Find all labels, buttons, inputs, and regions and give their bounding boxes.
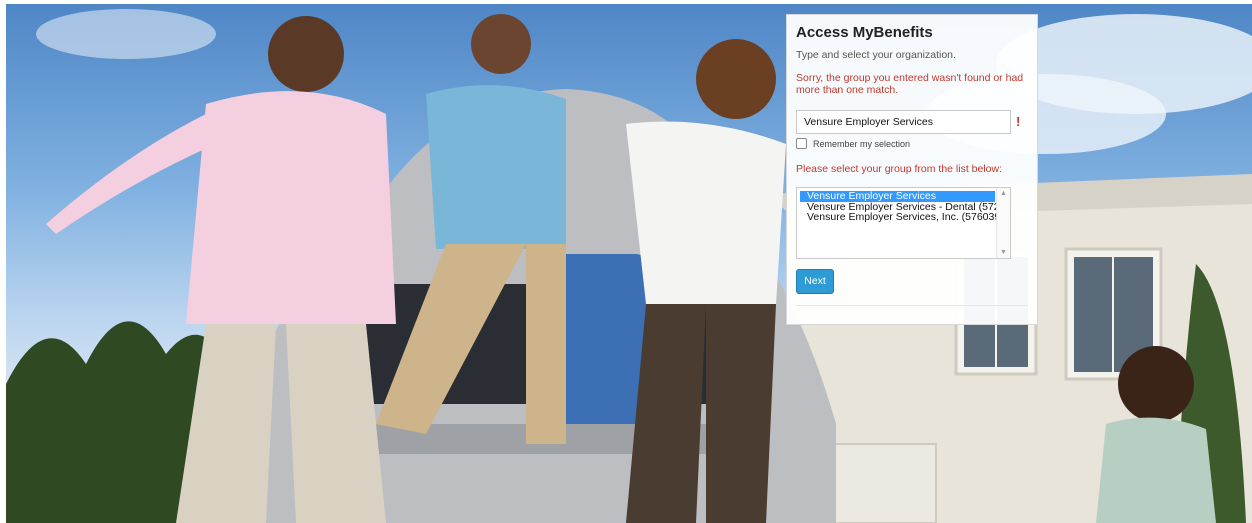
access-mybenefits-panel: Access MyBenefits Type and select your o… (786, 14, 1038, 325)
panel-subtitle: Type and select your organization. (796, 49, 956, 61)
listbox-scrollbar[interactable]: ▲ ▼ (996, 188, 1010, 258)
remember-selection-checkbox[interactable]: Remember my selection (796, 138, 910, 149)
hero-scene (6, 9, 1252, 523)
input-error-icon: ! (1016, 114, 1021, 129)
chevron-down-icon[interactable]: ▼ (1000, 249, 1007, 256)
page: Access MyBenefits Type and select your o… (0, 0, 1252, 523)
group-option[interactable]: Vensure Employer Services, Inc. (576039: (797, 212, 1010, 223)
organization-input[interactable] (796, 110, 1011, 134)
next-button[interactable]: Next (796, 269, 834, 294)
select-group-message: Please select your group from the list b… (796, 163, 1003, 175)
group-listbox[interactable]: Vensure Employer Services Vensure Employ… (796, 187, 1011, 259)
group-option[interactable]: Vensure Employer Services - Dental (572 (797, 202, 1010, 213)
group-not-found-error: Sorry, the group you entered wasn't foun… (796, 72, 1024, 96)
panel-title: Access MyBenefits (796, 24, 933, 41)
checkbox-box[interactable] (796, 138, 807, 149)
group-option[interactable]: Vensure Employer Services (800, 191, 995, 202)
chevron-up-icon[interactable]: ▲ (1000, 190, 1007, 197)
hero-background-image (6, 4, 1252, 523)
divider (796, 305, 1028, 306)
remember-selection-label: Remember my selection (813, 138, 911, 149)
